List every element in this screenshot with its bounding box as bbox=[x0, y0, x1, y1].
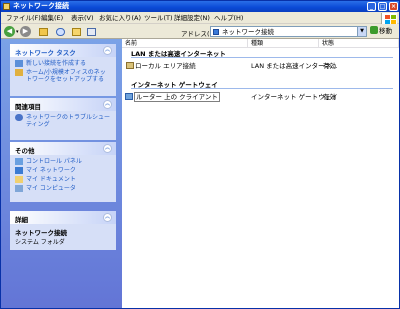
other-places-panel: その他 ︽ コントロール パネル マイ ネットワーク マイ ドキュメント マイ … bbox=[10, 142, 116, 202]
folder-network-icon bbox=[3, 3, 10, 10]
collapse-icon[interactable]: ︽ bbox=[103, 213, 112, 222]
menu-advanced[interactable]: 詳細設定(N) bbox=[174, 14, 210, 22]
menu-tools[interactable]: ツール(T) bbox=[144, 14, 173, 22]
menu-favorites[interactable]: お気に入り(A) bbox=[99, 14, 141, 22]
column-header-name[interactable]: 名前 bbox=[122, 39, 248, 48]
file-list: 名前 種類 状態 LAN または高速インターネット ローカル エリア接続 LAN… bbox=[122, 39, 399, 308]
back-dropdown-icon[interactable]: ▾ bbox=[16, 29, 19, 35]
troubleshooting-link[interactable]: ネットワークのトラブルシューティング bbox=[15, 114, 111, 128]
task-pane: ネットワーク タスク ︽ 新しい接続を作成する ホーム/小規模オフィスのネットワ… bbox=[1, 39, 122, 308]
menu-file[interactable]: ファイル(F) bbox=[6, 14, 41, 22]
address-field[interactable]: ネットワーク接続 ▼ bbox=[210, 26, 367, 37]
panel-title: ネットワーク タスク bbox=[15, 49, 76, 57]
menu-view[interactable]: 表示(V) bbox=[71, 14, 94, 22]
menu-help[interactable]: ヘルプ(H) bbox=[214, 14, 243, 22]
details-type: システム フォルダ bbox=[15, 239, 65, 246]
related-panel: 関連項目 ︽ ネットワークのトラブルシューティング bbox=[10, 98, 116, 140]
item-name: ルーター 上の クライアント bbox=[134, 92, 220, 102]
lan-connection-icon bbox=[126, 62, 134, 69]
title-bar[interactable]: ネットワーク接続 _ □ × bbox=[1, 1, 399, 12]
list-item[interactable]: ルーター 上の クライアント bbox=[125, 92, 220, 102]
new-connection-icon bbox=[15, 60, 23, 67]
other-places-body: コントロール パネル マイ ネットワーク マイ ドキュメント マイ コンピュータ bbox=[10, 155, 116, 198]
create-connection-link[interactable]: 新しい接続を作成する bbox=[15, 60, 111, 67]
setup-home-network-link[interactable]: ホーム/小規模オフィスのネットワークをセットアップする bbox=[15, 69, 111, 83]
control-panel-link[interactable]: コントロール パネル bbox=[15, 158, 111, 165]
gateway-icon bbox=[125, 93, 133, 100]
my-computer-icon bbox=[15, 185, 23, 192]
panel-title: その他 bbox=[15, 147, 35, 155]
menu-bar: ファイル(F) 編集(E) 表示(V) お気に入り(A) ツール(T) 詳細設定… bbox=[1, 12, 399, 24]
info-icon bbox=[15, 114, 23, 121]
column-header-status[interactable]: 状態 bbox=[319, 39, 399, 48]
toolbar: ◀ ▾ ▶ アドレス(D) ネットワーク接続 ▼ 移動 bbox=[1, 24, 399, 39]
details-body: ネットワーク接続 システム フォルダ bbox=[10, 224, 116, 250]
other-places-header[interactable]: その他 ︽ bbox=[10, 142, 116, 155]
network-tasks-panel: ネットワーク タスク ︽ 新しい接続を作成する ホーム/小規模オフィスのネットワ… bbox=[10, 44, 116, 96]
collapse-icon[interactable]: ︽ bbox=[103, 100, 112, 109]
network-tasks-header[interactable]: ネットワーク タスク ︽ bbox=[10, 44, 116, 57]
up-folder-icon[interactable] bbox=[39, 28, 48, 36]
task-label: マイ コンピュータ bbox=[26, 185, 76, 192]
maximize-button[interactable]: □ bbox=[378, 2, 387, 11]
task-label: コントロール パネル bbox=[26, 158, 82, 165]
search-icon[interactable] bbox=[56, 28, 65, 36]
panel-title: 詳細 bbox=[15, 216, 28, 224]
details-header[interactable]: 詳細 ︽ bbox=[10, 211, 116, 224]
back-arrow-icon[interactable]: ◀ bbox=[4, 26, 15, 37]
window-title: ネットワーク接続 bbox=[13, 2, 69, 10]
forward-arrow-icon[interactable]: ▶ bbox=[20, 26, 31, 37]
list-item[interactable]: ローカル エリア接続 bbox=[126, 62, 196, 71]
my-computer-link[interactable]: マイ コンピュータ bbox=[15, 185, 111, 192]
network-tasks-body: 新しい接続を作成する ホーム/小規模オフィスのネットワークをセットアップする bbox=[10, 57, 116, 89]
my-documents-icon bbox=[15, 176, 23, 183]
related-header[interactable]: 関連項目 ︽ bbox=[10, 98, 116, 111]
address-value: ネットワーク接続 bbox=[222, 28, 274, 36]
task-label: マイ ネットワーク bbox=[26, 167, 76, 174]
related-body: ネットワークのトラブルシューティング bbox=[10, 111, 116, 134]
column-header-type[interactable]: 種類 bbox=[248, 39, 319, 48]
views-icon[interactable] bbox=[87, 28, 96, 36]
task-label: 新しい接続を作成する bbox=[26, 60, 87, 67]
item-status: 有効 bbox=[323, 93, 336, 101]
menu-edit[interactable]: 編集(E) bbox=[41, 14, 63, 22]
panel-title: 関連項目 bbox=[15, 103, 41, 111]
details-panel: 詳細 ︽ ネットワーク接続 システム フォルダ bbox=[10, 211, 116, 250]
group-divider bbox=[131, 57, 393, 58]
folders-icon[interactable] bbox=[72, 28, 81, 36]
close-button[interactable]: × bbox=[389, 2, 398, 11]
minimize-button[interactable]: _ bbox=[367, 2, 376, 11]
network-folder-icon bbox=[213, 29, 219, 35]
collapse-icon[interactable]: ︽ bbox=[103, 46, 112, 55]
go-arrow-icon bbox=[370, 26, 378, 34]
my-documents-link[interactable]: マイ ドキュメント bbox=[15, 176, 111, 183]
my-network-icon bbox=[15, 167, 23, 174]
item-status: 有効 bbox=[323, 62, 336, 70]
control-panel-icon bbox=[15, 158, 23, 165]
task-label: マイ ドキュメント bbox=[26, 176, 76, 183]
home-network-icon bbox=[15, 69, 23, 76]
explorer-window: ネットワーク接続 _ □ × ファイル(F) 編集(E) 表示(V) お気に入り… bbox=[0, 0, 400, 309]
collapse-icon[interactable]: ︽ bbox=[103, 144, 112, 153]
go-label: 移動 bbox=[379, 27, 392, 35]
details-name: ネットワーク接続 bbox=[15, 229, 67, 237]
go-button[interactable]: 移動 bbox=[370, 26, 398, 37]
task-label: ネットワークのトラブルシューティング bbox=[26, 114, 111, 128]
item-name: ローカル エリア接続 bbox=[135, 62, 196, 70]
my-network-link[interactable]: マイ ネットワーク bbox=[15, 167, 111, 174]
group-divider bbox=[131, 88, 393, 89]
chevron-down-icon[interactable]: ▼ bbox=[357, 27, 366, 36]
task-label: ホーム/小規模オフィスのネットワークをセットアップする bbox=[26, 69, 106, 83]
